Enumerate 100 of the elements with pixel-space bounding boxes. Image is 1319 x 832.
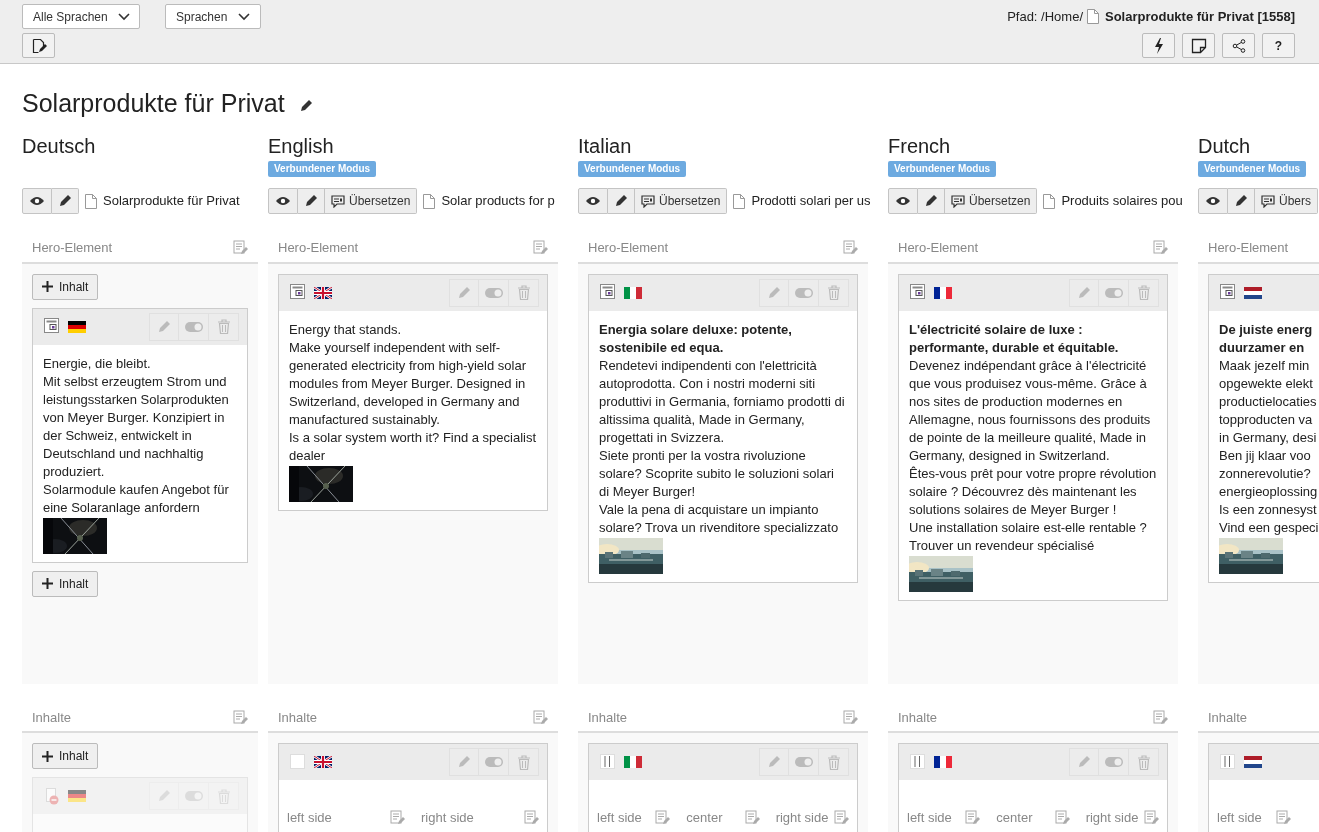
- column-edit-icon: [744, 810, 760, 826]
- trash-icon: [217, 319, 230, 334]
- grid-column-label: left side: [597, 809, 642, 827]
- help-button[interactable]: ?: [1262, 33, 1295, 58]
- toggle-button[interactable]: [789, 278, 819, 307]
- column-edit-icon: [965, 810, 981, 826]
- delete-button[interactable]: [819, 748, 849, 776]
- trash-icon: [1137, 285, 1150, 300]
- toggle-icon: [1104, 757, 1123, 767]
- speech-bubble-icon: [1261, 194, 1275, 208]
- body-text: Devenez indépendant grâce à l'électricité que vous produisez vous-même. Grâce à nos sites de production modernes en Allemagne, nous fournissons des produits de pointe de la meilleure qualité, Made in Germany, designed in Switzerland.: [909, 356, 1152, 465]
- pencil-icon: [767, 755, 781, 769]
- edit-button[interactable]: [918, 188, 945, 214]
- add-content-button[interactable]: Inhalt: [32, 743, 99, 769]
- share-button[interactable]: [1222, 33, 1255, 58]
- view-button[interactable]: [268, 188, 298, 214]
- edit-button[interactable]: [298, 188, 325, 214]
- edit-page-button[interactable]: [22, 33, 55, 58]
- toggle-button[interactable]: [1099, 748, 1129, 776]
- pencil-icon: [457, 285, 471, 300]
- section-label: Inhalte: [898, 708, 938, 727]
- toggle-button[interactable]: [479, 278, 509, 307]
- pencil-icon: [614, 194, 628, 208]
- document-icon: [1087, 9, 1099, 24]
- section-label: Inhalte: [1208, 708, 1248, 727]
- trash-icon: [1137, 754, 1150, 770]
- section-edit-icon: [1153, 240, 1168, 256]
- content-type-icon: [909, 753, 926, 771]
- flag-icon: [934, 756, 952, 768]
- share-icon: [1231, 38, 1246, 53]
- delete-button[interactable]: [819, 278, 849, 307]
- delete-button[interactable]: [209, 312, 239, 341]
- section-label: Hero-Element: [1208, 239, 1289, 257]
- add-content-button[interactable]: Inhalt: [32, 570, 99, 597]
- pencil-icon: [304, 194, 318, 208]
- language-select[interactable]: Alle Sprachen: [22, 4, 140, 29]
- speech-bubble-icon: [951, 194, 965, 208]
- view-button[interactable]: [22, 188, 52, 214]
- view-select[interactable]: Sprachen: [165, 4, 261, 29]
- section-edit-icon: [533, 709, 548, 725]
- toggle-button[interactable]: [479, 748, 509, 776]
- add-content-button[interactable]: Inhalt: [32, 273, 99, 300]
- note-icon: [1190, 37, 1207, 54]
- grid-column-label: center: [686, 809, 723, 827]
- body-text: opgewekte elekt: [1219, 374, 1314, 393]
- toggle-button[interactable]: [1099, 278, 1129, 307]
- column-edit-icon: [524, 810, 539, 826]
- body-text: topproducten va: [1219, 410, 1314, 429]
- page-title-text: Produits solaires pou: [1061, 192, 1183, 211]
- document-icon: [423, 193, 436, 209]
- edit-button[interactable]: [1228, 188, 1255, 214]
- edit-title-icon[interactable]: [298, 98, 313, 113]
- section-edit-icon: [843, 709, 858, 725]
- trash-icon: [827, 754, 840, 770]
- plus-icon: [42, 578, 53, 589]
- translate-button[interactable]: Übersetzen: [635, 188, 728, 214]
- grid-column-label: right side: [421, 809, 474, 827]
- section-edit-icon: [843, 240, 858, 256]
- grid-column-label: left side: [287, 809, 332, 827]
- translate-button[interactable]: Übers: [1255, 188, 1318, 214]
- section-label: Inhalte: [32, 708, 72, 727]
- body-text: Maak jezelf min: [1219, 356, 1311, 375]
- view-button[interactable]: [888, 188, 918, 214]
- view-button[interactable]: [1198, 188, 1228, 214]
- toggle-button[interactable]: [179, 782, 209, 810]
- delete-button[interactable]: [1129, 278, 1159, 307]
- body-text: Is a solar system worth it? Find a specialist dealer: [289, 428, 537, 465]
- content-type-icon: [43, 318, 60, 335]
- flag-icon: [314, 286, 332, 299]
- content-type-icon: [1219, 284, 1236, 301]
- page-title-text: Solarprodukte für Privat: [103, 192, 240, 211]
- language-heading: English: [268, 135, 334, 157]
- grid-column-label: right side: [775, 809, 829, 827]
- path-label: Pfad: /Home/: [1007, 7, 1083, 26]
- toggle-button[interactable]: [789, 748, 819, 776]
- page-title-text: Solar products for p: [441, 192, 555, 211]
- delete-button[interactable]: [509, 748, 539, 776]
- note-button[interactable]: [1182, 33, 1215, 58]
- view-button[interactable]: [578, 188, 608, 214]
- lightning-icon: [1153, 37, 1164, 54]
- mode-badge: Verbundener Modus: [578, 161, 687, 177]
- translate-button[interactable]: Übersetzen: [945, 188, 1038, 214]
- flash-button[interactable]: [1142, 33, 1175, 58]
- body-text: duurzamer en: [1219, 338, 1306, 357]
- pencil-icon: [1077, 755, 1091, 769]
- body-text: Rendetevi indipendenti con l'elettricità autoprodotta. Con i nostri moderni siti produttivi in Germania, forniamo prodotti di altissima qualità, Made in Germany, progettati in Svizzera.: [599, 356, 846, 447]
- pencil-icon: [1077, 285, 1091, 300]
- translate-button[interactable]: Übersetzen: [325, 188, 418, 214]
- edit-button[interactable]: [52, 188, 79, 214]
- toggle-button[interactable]: [179, 312, 209, 341]
- edit-button[interactable]: [608, 188, 635, 214]
- eye-icon: [585, 196, 601, 206]
- body-text: Siete pronti per la vostra rivoluzione solare? Scoprite subito le soluzioni solari di Meyer Burger!: [599, 446, 835, 501]
- delete-button[interactable]: [509, 278, 539, 307]
- delete-button[interactable]: [1129, 748, 1159, 776]
- page-title-text: Prodotti solari per us: [751, 192, 871, 211]
- body-text: Vind een gespeci: [1219, 518, 1319, 537]
- grid-column-label: left side: [907, 809, 952, 827]
- page-path: Solarprodukte für Privat [1558]: [1105, 7, 1295, 26]
- toggle-icon: [794, 757, 813, 767]
